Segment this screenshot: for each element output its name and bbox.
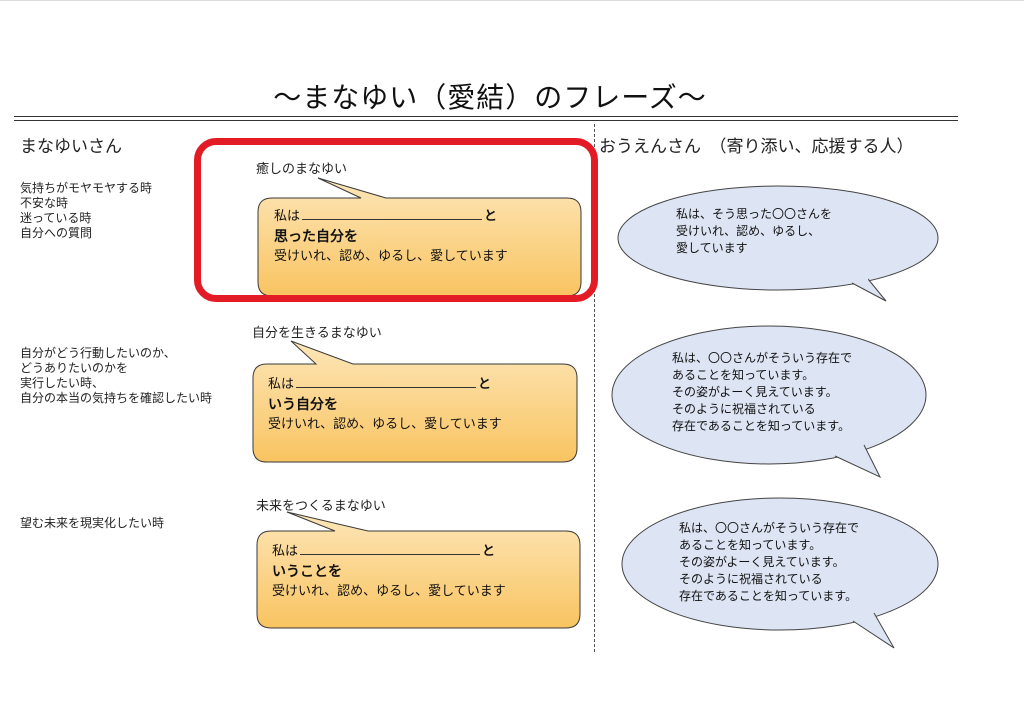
situation-line: 自分がどう行動したいのか、 <box>20 346 176 360</box>
phrase-prefix: 私は <box>268 377 295 392</box>
phrase-closing-line: 受けいれ、認め、ゆるし、愛しています <box>268 417 502 432</box>
cheer-line: 私は、〇〇さんがそういう存在で <box>679 521 860 535</box>
phrase-label-3: 未来をつくるまなゆい <box>256 499 386 514</box>
situation-line: 不安な時 <box>20 196 69 210</box>
cheer-line: あることを知っています。 <box>679 538 822 552</box>
cheer-line: 私は、そう思った〇〇さんを <box>676 207 833 221</box>
phrase-closing-line: 受けいれ、認め、ゆるし、愛しています <box>272 584 506 599</box>
cheer-tail-1 <box>851 278 887 302</box>
cheer-line: そのように祝福されている <box>672 402 816 416</box>
situation-line: 気持ちがモヤモヤする時 <box>20 181 153 195</box>
cheer-line: その姿がよーく見えています。 <box>679 555 845 569</box>
phrase-bold-line: いう自分を <box>268 397 338 413</box>
situation-line: 自分への質問 <box>20 226 93 240</box>
phrase-label-2: 自分を生きるまなゆい <box>252 326 382 341</box>
phrase-suffix: と <box>478 377 492 392</box>
highlight-box <box>194 138 598 302</box>
phrase-suffix: と <box>482 544 496 559</box>
phrase-bold-line: いうことを <box>272 564 342 580</box>
situation-1: 気持ちがモヤモヤする時 不安な時 迷っている時 自分への質問 <box>20 181 152 241</box>
phrase-prefix: 私は <box>272 544 299 559</box>
fill-in-blank <box>296 375 477 388</box>
situation-line: どうありたいのかを <box>20 361 129 375</box>
situation-line: 望む未来を現実化したい時 <box>20 516 165 530</box>
cheer-line: 私は、〇〇さんがそういう存在で <box>672 351 853 365</box>
cheer-line: 愛しています <box>676 241 748 255</box>
situation-2: 自分がどう行動したいのか、 どうありたいのかを 実行したい時、 自分の本当の気持… <box>20 346 212 406</box>
cheer-line: そのように祝福されている <box>679 572 823 586</box>
situation-line: 自分の本当の気持ちを確認したい時 <box>20 391 213 405</box>
situation-line: 実行したい時、 <box>20 376 105 390</box>
cheer-text-3: 私は、〇〇さんがそういう存在で あることを知っています。 その姿がよーく見えてい… <box>679 520 859 605</box>
phrase-text-3: 私は と いうことを 受けいれ、認め、ゆるし、愛しています <box>272 542 506 602</box>
cheer-text-2: 私は、〇〇さんがそういう存在で あることを知っています。 その姿がよーく見えてい… <box>672 350 852 435</box>
cheer-text-1: 私は、そう思った〇〇さんを 受けいれ、認め、ゆるし、 愛しています <box>676 206 832 257</box>
phrase-text-2: 私は と いう自分を 受けいれ、認め、ゆるし、愛しています <box>268 375 502 435</box>
situation-3: 望む未来を現実化したい時 <box>20 516 164 531</box>
fill-in-blank <box>300 542 481 555</box>
cheer-line: あることを知っています。 <box>672 368 815 382</box>
cheer-line: 受けいれ、認め、ゆるし、 <box>676 224 821 238</box>
cheer-line: 存在であることを知っています。 <box>679 589 858 603</box>
cheer-line: その姿がよーく見えています。 <box>672 385 838 399</box>
situation-line: 迷っている時 <box>20 211 92 225</box>
cheer-line: 存在であることを知っています。 <box>672 419 851 433</box>
